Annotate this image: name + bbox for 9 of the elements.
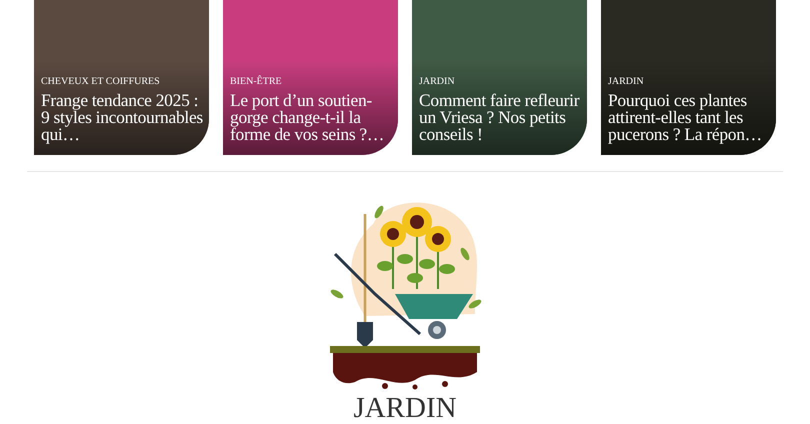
section-title: JARDIN	[353, 394, 457, 423]
article-category: JARDIN	[419, 76, 456, 88]
article-title[interactable]: Pourquoi ces plantes attirent-elles tant les pucerons ? La répon…	[608, 92, 773, 143]
article-category: CHEVEUX ET COIFFURES	[41, 76, 161, 88]
article-category: JARDIN	[608, 76, 645, 88]
article-title[interactable]: Frange tendance 2025 : 9 styles incontournables qui…	[41, 92, 206, 143]
article-category: BIEN-ÊTRE	[230, 76, 283, 88]
article-title[interactable]: Le port d’un soutien-gorge change-t-il la forme de vos seins ?…	[230, 92, 395, 143]
article-title[interactable]: Comment faire refleurir un Vriesa ? Nos petits conseils !	[419, 92, 584, 143]
